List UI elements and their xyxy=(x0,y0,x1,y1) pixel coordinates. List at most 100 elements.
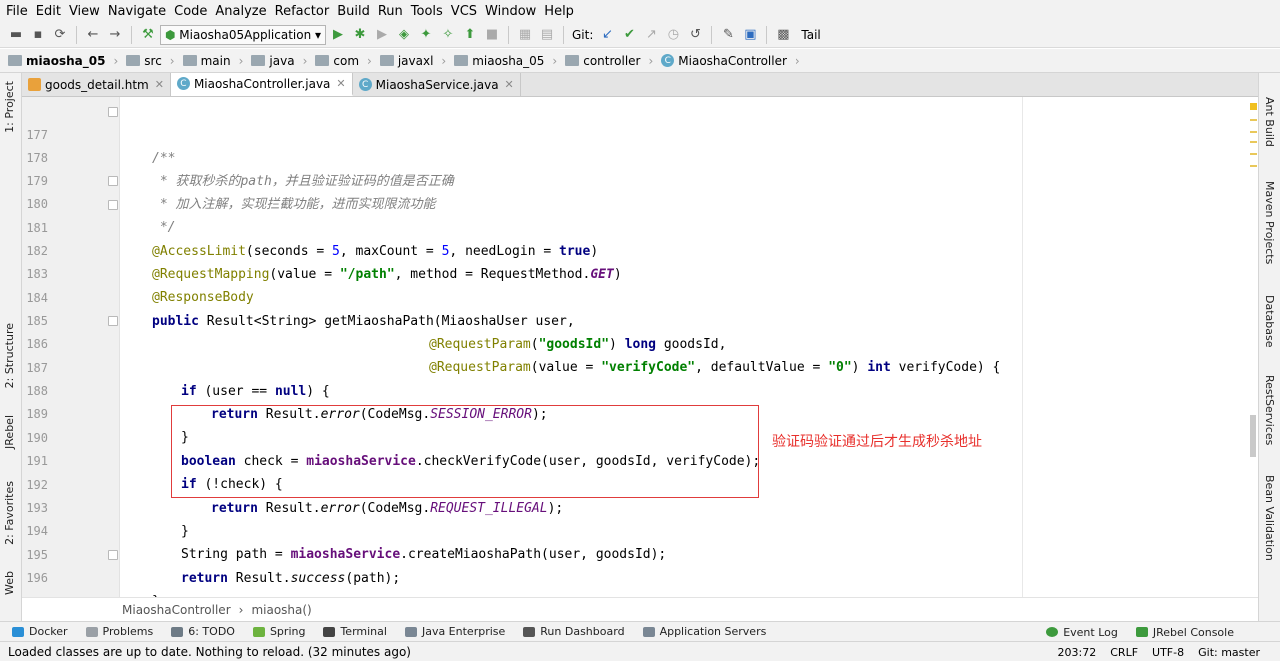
tool-tab-bean-validation[interactable]: Bean Validation xyxy=(1263,475,1276,561)
menu-refactor[interactable]: Refactor xyxy=(273,4,336,19)
tool-tab-structure[interactable]: 2: Structure xyxy=(3,323,16,388)
editor-scrollbar[interactable] xyxy=(1248,97,1258,597)
menu-analyze[interactable]: Analyze xyxy=(213,4,272,19)
breadcrumb-class[interactable]: C MiaoshaController › xyxy=(661,54,807,68)
sync-icon[interactable]: ⟳ xyxy=(50,25,70,45)
folder-icon xyxy=(8,55,22,66)
menu-view[interactable]: View xyxy=(67,4,106,19)
tool-window-problems[interactable]: Problems xyxy=(85,625,153,638)
warning-marker[interactable] xyxy=(1250,153,1257,155)
tool-window-spring[interactable]: Spring xyxy=(252,625,305,638)
folder-icon xyxy=(565,55,580,66)
git-branch[interactable]: Git: master xyxy=(1198,646,1260,659)
coverage-icon[interactable]: ▶ xyxy=(372,25,392,45)
menu-run[interactable]: Run xyxy=(376,4,409,19)
close-icon[interactable]: ✕ xyxy=(336,77,345,90)
terminal-icon[interactable]: ▩ xyxy=(773,25,793,45)
fold-marker-icon[interactable] xyxy=(108,107,118,117)
project-structure-icon[interactable]: ▦ xyxy=(515,25,535,45)
update-app-icon[interactable]: ⬆ xyxy=(460,25,480,45)
file-encoding[interactable]: UTF-8 xyxy=(1152,646,1184,659)
tool-tab-restservices[interactable]: RestServices xyxy=(1263,375,1276,445)
menu-code[interactable]: Code xyxy=(172,4,213,19)
menu-edit[interactable]: Edit xyxy=(34,4,67,19)
tool-window-terminal[interactable]: Terminal xyxy=(323,625,387,638)
tool-window-event-log[interactable]: Event Log xyxy=(1046,626,1118,639)
tab-goods-detail[interactable]: goods_detail.htm ✕ xyxy=(22,73,171,96)
line-separator[interactable]: CRLF xyxy=(1110,646,1138,659)
warning-marker[interactable] xyxy=(1250,165,1257,167)
save-icon[interactable]: ▪ xyxy=(28,25,48,45)
fold-marker-icon[interactable] xyxy=(108,550,118,560)
tool-tab-project[interactable]: 1: Project xyxy=(3,81,16,133)
project-settings-icon[interactable]: ▣ xyxy=(740,25,760,45)
code-editor[interactable]: 177 /** 178 * 获取秒杀的path，并且验证验证码的值是否正确 17… xyxy=(22,97,1258,597)
git-revert-icon[interactable]: ↺ xyxy=(685,25,705,45)
breadcrumb-project[interactable]: miaosha_05 › xyxy=(8,54,126,68)
tool-window-application-servers[interactable]: Application Servers xyxy=(642,625,766,638)
menu-vcs[interactable]: VCS xyxy=(449,4,483,19)
fold-marker-icon[interactable] xyxy=(108,200,118,210)
menu-navigate[interactable]: Navigate xyxy=(106,4,172,19)
close-icon[interactable]: ✕ xyxy=(155,78,164,91)
stop-icon[interactable]: ■ xyxy=(482,25,502,45)
tool-window-todo[interactable]: 6: TODO xyxy=(171,625,235,638)
back-arrow-icon[interactable]: ← xyxy=(83,25,103,45)
tail-button[interactable]: Tail xyxy=(801,28,820,42)
breadcrumb-com[interactable]: com › xyxy=(315,54,379,68)
scroll-thumb[interactable] xyxy=(1250,415,1256,457)
git-push-icon[interactable]: ↗ xyxy=(641,25,661,45)
build-hammer-icon[interactable]: ⚒ xyxy=(138,25,158,45)
tool-window-docker[interactable]: Docker xyxy=(12,625,68,638)
warning-marker[interactable] xyxy=(1250,141,1257,143)
tool-tab-web[interactable]: Web xyxy=(3,571,16,595)
tool-window-run-dashboard[interactable]: Run Dashboard xyxy=(523,625,625,638)
tool-window-jrebel-console[interactable]: JRebel Console xyxy=(1135,626,1234,639)
tool-tab-maven[interactable]: Maven Projects xyxy=(1263,181,1276,264)
git-history-icon[interactable]: ◷ xyxy=(663,25,683,45)
breadcrumb-src[interactable]: src › xyxy=(126,54,182,68)
menu-window[interactable]: Window xyxy=(483,4,542,19)
status-message[interactable]: Loaded classes are up to date. Nothing t… xyxy=(8,645,411,659)
run-icon[interactable]: ▶ xyxy=(328,25,348,45)
warning-marker[interactable] xyxy=(1250,119,1257,121)
warning-marker[interactable] xyxy=(1250,131,1257,133)
run-configuration-select[interactable]: ⬢ Miaosha05Application ▾ xyxy=(160,24,326,45)
fold-marker-icon[interactable] xyxy=(108,316,118,326)
git-update-icon[interactable]: ↙ xyxy=(597,25,617,45)
fold-marker-icon[interactable] xyxy=(108,176,118,186)
menu-tools[interactable]: Tools xyxy=(409,4,449,19)
profile-icon[interactable]: ◈ xyxy=(394,25,414,45)
breadcrumb-java[interactable]: java › xyxy=(251,54,315,68)
docker-icon xyxy=(12,626,24,637)
tool-tab-favorites[interactable]: 2: Favorites xyxy=(3,481,16,545)
terminal-icon xyxy=(323,626,336,637)
debug-icon[interactable]: ✱ xyxy=(350,25,370,45)
tab-miaosha-service[interactable]: C MiaoshaService.java ✕ xyxy=(352,73,521,96)
breadcrumb-main[interactable]: main › xyxy=(182,54,252,68)
menu-file[interactable]: File xyxy=(4,4,34,19)
menu-help[interactable]: Help xyxy=(542,4,580,19)
folder-icon xyxy=(379,55,394,66)
tool-tab-ant-build[interactable]: Ant Build xyxy=(1263,97,1276,147)
caret-position[interactable]: 203:72 xyxy=(1058,646,1097,659)
tool-window-java-enterprise[interactable]: Java Enterprise xyxy=(404,625,505,638)
breadcrumb-controller[interactable]: controller › xyxy=(565,54,661,68)
tool-tab-jrebel[interactable]: JRebel xyxy=(3,415,16,449)
sdk-icon[interactable]: ▤ xyxy=(537,25,557,45)
breadcrumb-miaosha05[interactable]: miaosha_05 › xyxy=(454,54,565,68)
open-folder-icon[interactable]: ▬ xyxy=(6,25,26,45)
tool-tab-database[interactable]: Database xyxy=(1263,295,1276,348)
analysis-status-icon xyxy=(1250,103,1257,110)
jrebel-debug-icon[interactable]: ✧ xyxy=(438,25,458,45)
jrebel-run-icon[interactable]: ✦ xyxy=(416,25,436,45)
breadcrumb-javaxl[interactable]: javaxl › xyxy=(379,54,454,68)
git-commit-icon[interactable]: ✔ xyxy=(619,25,639,45)
forward-arrow-icon[interactable]: → xyxy=(105,25,125,45)
settings-wrench-icon[interactable]: ✎ xyxy=(718,25,738,45)
close-icon[interactable]: ✕ xyxy=(505,78,514,91)
breadcrumb-method-name[interactable]: miaosha() xyxy=(251,603,311,617)
menu-build[interactable]: Build xyxy=(335,4,376,19)
breadcrumb-class-name[interactable]: MiaoshaController xyxy=(122,603,231,617)
tab-miaosha-controller[interactable]: C MiaoshaController.java ✕ xyxy=(170,73,353,96)
